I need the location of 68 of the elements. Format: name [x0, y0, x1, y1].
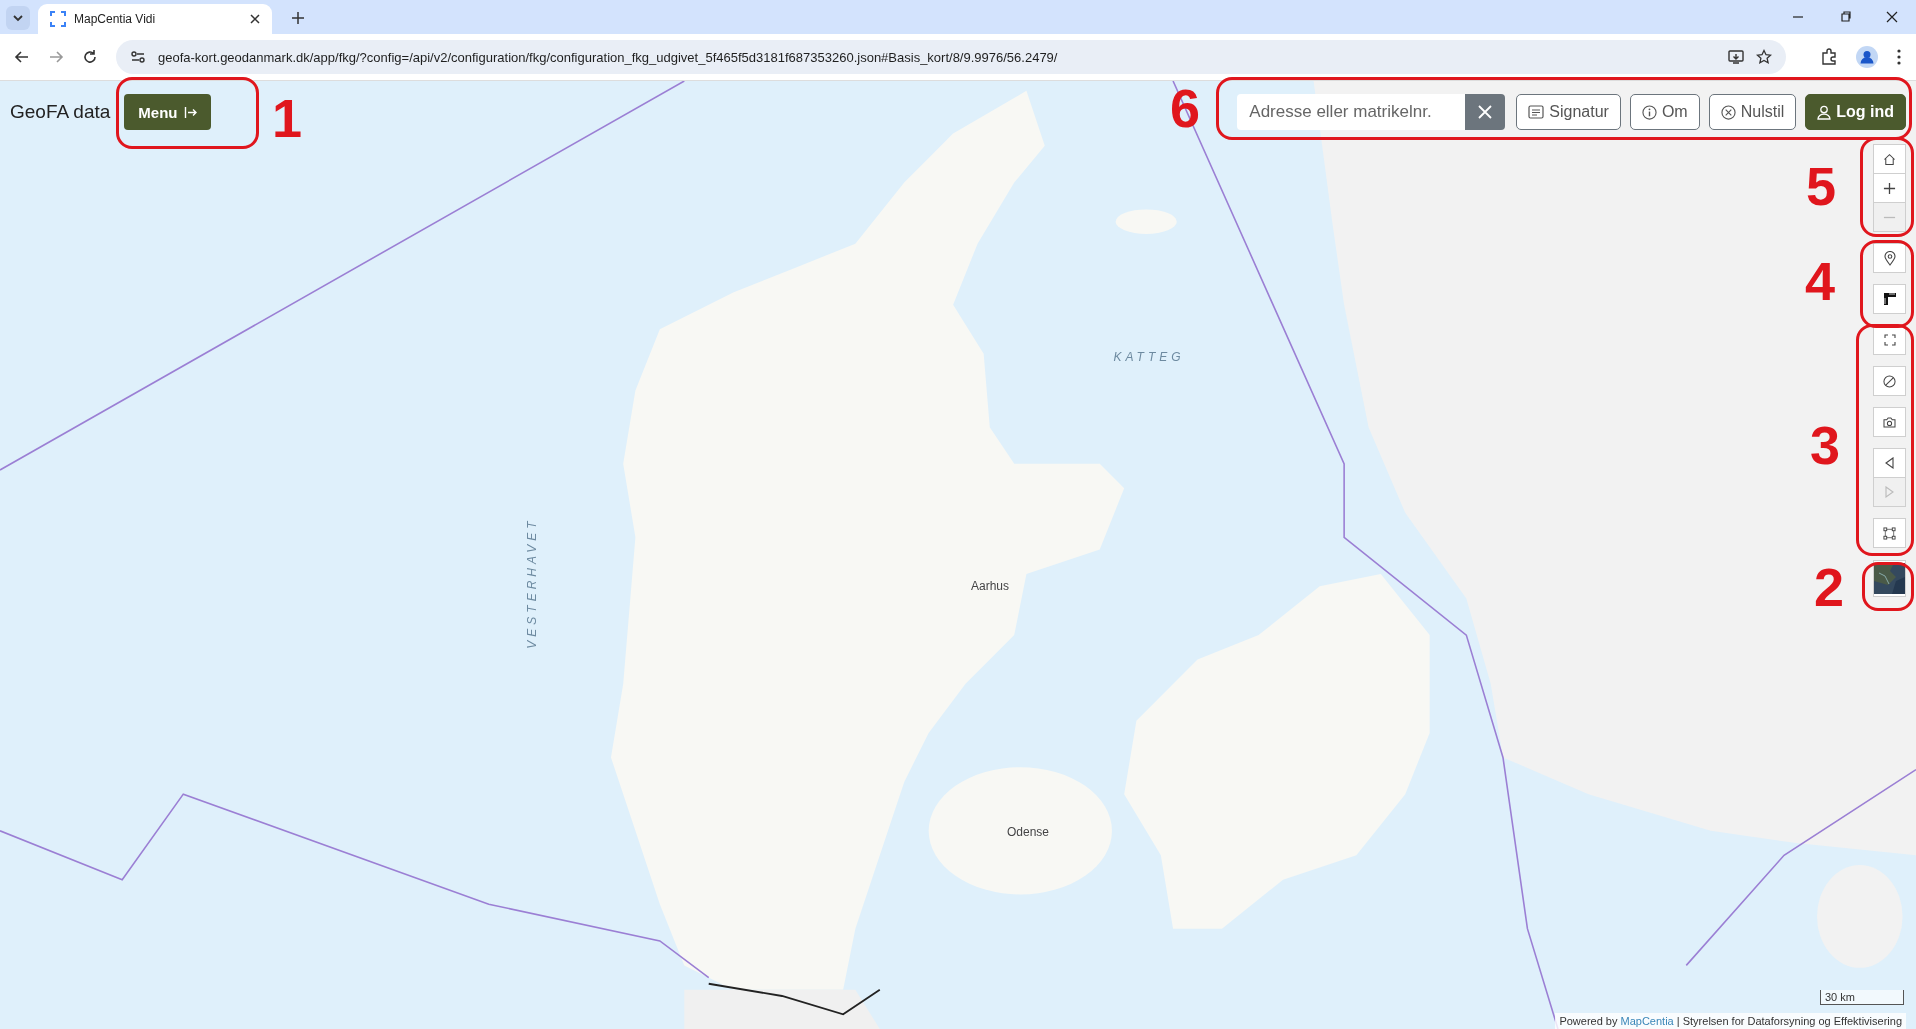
annotation-number: 5 [1806, 159, 1836, 213]
ruler-icon [1883, 293, 1896, 305]
scale-bar: 30 km [1820, 990, 1904, 1005]
tab-title: MapCentia Vidi [74, 12, 157, 26]
search-field[interactable]: Adresse eller matrikelnr. [1237, 94, 1466, 130]
address-bar[interactable]: geofa-kort.geodanmark.dk/app/fkg/?config=/api/v2/configuration/fkg/configuration_fkg_udgivet_5f465f5d3181f687353260.json#Basis_kort/8/9.9976/56.2479/ [116, 40, 1786, 74]
clear-search-button[interactable] [1465, 94, 1506, 130]
annotation-number: 1 [272, 91, 302, 145]
annotation-number: 3 [1810, 418, 1840, 472]
tab-search-button[interactable] [6, 6, 30, 30]
screenshot-button[interactable] [1873, 407, 1906, 437]
user-icon [1817, 104, 1832, 120]
attribution-text: Powered by MapCentia | Styrelsen for Dataforsyning og Effektivisering [1559, 1015, 1902, 1027]
favicon-icon [50, 11, 66, 27]
star-icon[interactable] [1756, 49, 1772, 65]
open-panel-icon [183, 105, 197, 119]
map-label: VESTERHAVET [525, 517, 539, 649]
site-settings-icon[interactable] [130, 49, 146, 65]
app-title: GeoFA data [10, 101, 111, 123]
plus-icon [1883, 181, 1896, 195]
circle-slash-icon [1883, 374, 1896, 388]
annotation-number: 6 [1170, 81, 1200, 135]
triangle-left-icon [1885, 457, 1894, 469]
close-icon[interactable] [250, 14, 260, 24]
extensions-icon[interactable] [1820, 48, 1838, 66]
annotation-outline [1862, 562, 1914, 611]
more-menu-icon[interactable] [1896, 48, 1902, 66]
fullscreen-icon [1883, 334, 1896, 346]
clear-button[interactable] [1873, 366, 1906, 396]
info-icon [1641, 104, 1657, 120]
annotation-number: 4 [1805, 254, 1835, 308]
home-icon [1883, 152, 1896, 166]
measure-button[interactable] [1873, 284, 1906, 314]
login-button[interactable]: Log ind [1805, 94, 1906, 130]
camera-icon [1883, 416, 1896, 428]
basemap-switcher-button[interactable] [1873, 560, 1906, 597]
about-button[interactable]: Om [1629, 94, 1700, 130]
home-button[interactable] [1873, 144, 1906, 174]
install-app-icon[interactable] [1728, 49, 1744, 65]
bounding-box-icon [1883, 526, 1896, 540]
url-text: geofa-kort.geodanmark.dk/app/fkg/?config=/api/v2/configuration/fkg/configuration_fkg_udgivet_5f465f5d3181f687353260.json#Basis_kort/8/9.9976/56.2479/ [158, 49, 1058, 65]
profile-avatar-icon[interactable] [1856, 46, 1878, 68]
map-pin-icon [1883, 250, 1896, 266]
mapcentia-link[interactable]: MapCentia [1620, 1015, 1674, 1027]
back-button[interactable] [1873, 448, 1906, 478]
back-arrow-icon[interactable] [14, 49, 30, 65]
legend-list-icon [1528, 105, 1545, 119]
restore-icon[interactable] [1839, 11, 1851, 23]
menu-button[interactable]: Menu [124, 94, 211, 130]
new-tab-icon[interactable] [292, 12, 304, 24]
reload-icon[interactable] [82, 49, 98, 65]
forward-arrow-icon[interactable] [48, 49, 64, 65]
zoom-in-button[interactable] [1873, 173, 1906, 203]
reset-button[interactable]: Nulstil [1708, 94, 1797, 130]
map-label: KATTEG [1113, 350, 1185, 364]
chevron-down-icon [12, 12, 24, 24]
map-label: Aarhus [971, 579, 1009, 593]
satellite-thumbnail-drawing [1874, 563, 1905, 594]
close-icon[interactable] [1886, 11, 1898, 23]
circle-x-icon [1720, 104, 1736, 120]
extent-button[interactable] [1873, 518, 1906, 548]
signature-button[interactable]: Signatur [1516, 94, 1621, 130]
triangle-right-icon [1885, 486, 1894, 498]
browser-tab[interactable]: MapCentia Vidi [38, 4, 272, 34]
annotation-number: 2 [1814, 560, 1844, 614]
location-button[interactable] [1873, 243, 1906, 273]
close-icon [1477, 104, 1494, 120]
map-label: Odense [1007, 825, 1049, 839]
